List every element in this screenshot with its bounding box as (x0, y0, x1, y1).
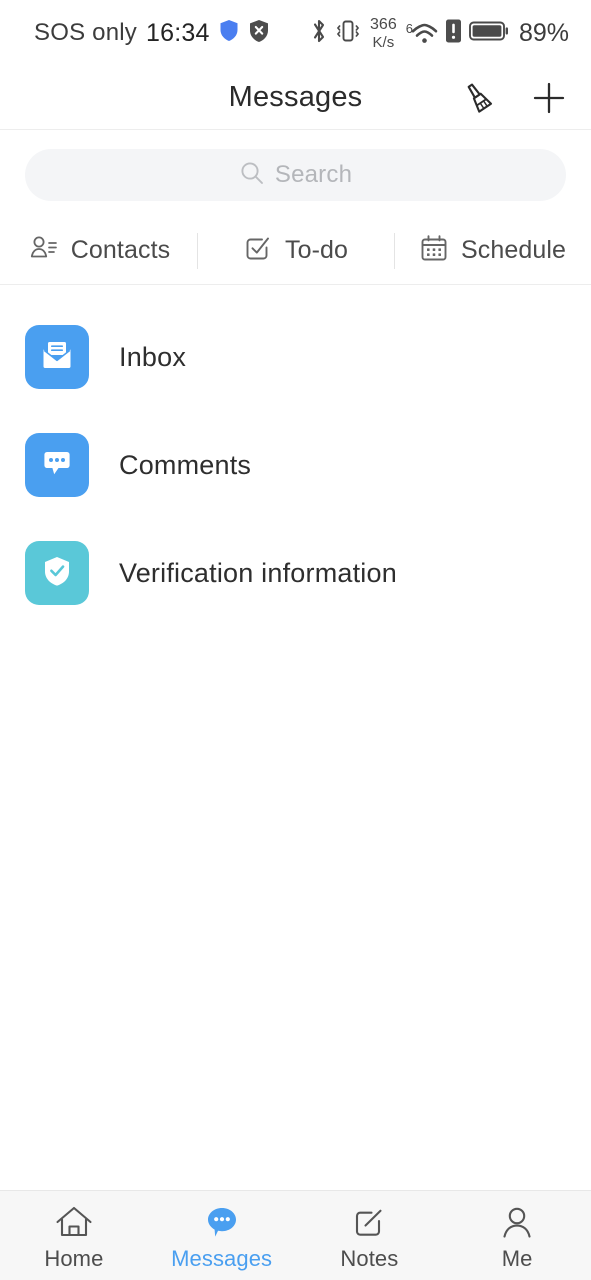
home-icon (54, 1204, 94, 1242)
quick-actions-bar: Contacts To-do Schedule (0, 217, 591, 285)
bottom-nav-bar: Home Messages Notes Me (0, 1190, 591, 1280)
status-bar-clock: 16:34 (145, 18, 210, 47)
quick-action-label: Contacts (70, 236, 171, 264)
contacts-icon (27, 232, 59, 269)
shield-x-icon (248, 19, 270, 48)
tab-label: Home (44, 1245, 104, 1271)
broom-icon[interactable] (459, 79, 497, 117)
search-section: Search (0, 130, 591, 201)
app-header: Messages (0, 66, 591, 130)
network-speed-unit: K/s (372, 33, 395, 51)
search-input[interactable]: Search (25, 149, 566, 201)
tab-label: Notes (340, 1245, 399, 1271)
network-speed-value: 366 (370, 15, 397, 33)
tab-notes[interactable]: Notes (296, 1191, 444, 1280)
header-actions (459, 66, 567, 129)
shield-blue-icon (219, 19, 239, 47)
list-item-verification-information[interactable]: Verification information (0, 519, 591, 627)
status-bar-right: 366 K/s 6 89% (310, 15, 569, 51)
tab-home[interactable]: Home (0, 1191, 148, 1280)
network-speed-indicator: 366 K/s (370, 15, 397, 51)
list-item-label: Inbox (119, 341, 187, 372)
messages-icon (202, 1204, 242, 1242)
battery-percent-label: 89% (518, 18, 569, 47)
schedule-icon (419, 233, 449, 268)
todo-icon (243, 233, 273, 268)
inbox-tile (25, 325, 89, 389)
tab-me[interactable]: Me (443, 1191, 591, 1280)
quick-action-schedule[interactable]: Schedule (394, 231, 591, 271)
page-title: Messages (228, 81, 363, 113)
list-item-inbox[interactable]: Inbox (0, 303, 591, 411)
status-bar: SOS only 16:34 366 K/s 6 89% (0, 0, 591, 66)
tab-messages[interactable]: Messages (148, 1191, 296, 1280)
search-icon (239, 160, 265, 191)
shield-check-icon (37, 551, 77, 596)
alert-icon (445, 18, 462, 49)
verification-tile (25, 541, 89, 605)
notes-icon (350, 1204, 388, 1242)
wifi-icon: 6 (406, 21, 438, 46)
comment-bubble-icon (37, 443, 77, 488)
battery-icon (469, 20, 509, 47)
bluetooth-icon (310, 17, 328, 50)
quick-action-label: To-do (284, 236, 349, 264)
search-placeholder: Search (274, 161, 353, 188)
status-bar-left: SOS only 16:34 (34, 19, 270, 48)
list-item-comments[interactable]: Comments (0, 411, 591, 519)
list-item-label: Comments (119, 449, 252, 480)
vibrate-icon (335, 17, 361, 50)
quick-action-todo[interactable]: To-do (197, 231, 394, 271)
profile-icon (498, 1204, 536, 1242)
tab-label: Me (501, 1245, 533, 1271)
quick-action-contacts[interactable]: Contacts (0, 231, 197, 271)
message-categories-list: Inbox Comments Verification information (0, 285, 591, 1190)
app-screen: SOS only 16:34 366 K/s 6 89% Messages Se… (0, 0, 591, 1280)
comments-tile (25, 433, 89, 497)
envelope-icon (37, 335, 77, 380)
tab-label: Messages (171, 1245, 273, 1271)
carrier-label: SOS only (34, 19, 137, 46)
list-item-label: Verification information (119, 557, 397, 588)
quick-action-label: Schedule (460, 236, 567, 264)
add-icon[interactable] (531, 80, 567, 116)
